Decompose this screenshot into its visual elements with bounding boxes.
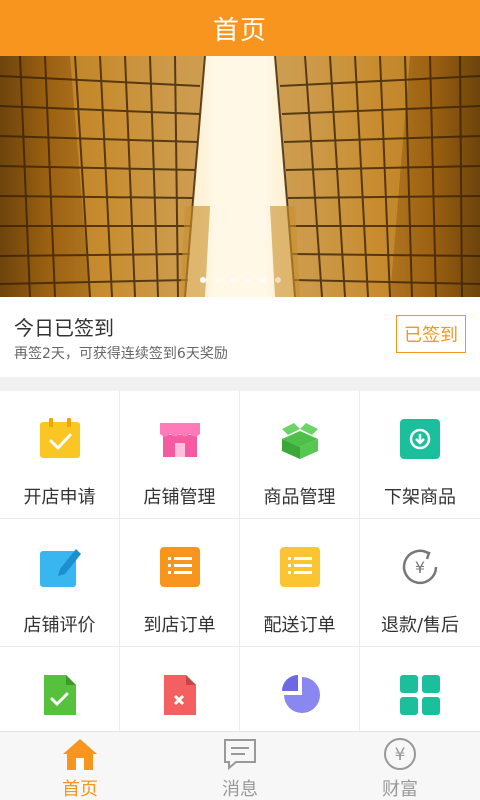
apps-grid-icon <box>398 673 442 717</box>
grid-item-document-approved[interactable] <box>0 647 120 731</box>
svg-text:¥: ¥ <box>415 558 425 577</box>
edit-pencil-icon <box>38 545 82 589</box>
signin-panel: 今日已签到 再签2天，可获得连续签到6天奖励 已签到 <box>0 297 480 377</box>
grid-item-label: 下架商品 <box>384 487 456 508</box>
pie-chart-icon <box>278 673 322 717</box>
tab-label: 财富 <box>382 779 418 800</box>
tab-label: 首页 <box>62 779 98 800</box>
grid-item-store-manage[interactable]: 店铺管理 <box>120 391 240 519</box>
grid-item-label: 店铺评价 <box>23 615 96 636</box>
grid-item-label: 商品管理 <box>263 487 336 508</box>
list-orange-icon <box>158 545 202 589</box>
grid-item-statistics[interactable] <box>240 647 360 731</box>
grid-item-apply-store[interactable]: 开店申请 <box>0 391 120 519</box>
carousel-dot[interactable] <box>274 277 281 283</box>
calendar-check-icon <box>38 417 82 461</box>
grid-item-label: 店铺管理 <box>143 487 216 508</box>
grid-item-label: 到店订单 <box>143 615 216 636</box>
app-screen: 首页 今日已签到 再签2天，可获得连续签到6天奖励 已签到 开店申请 店铺管理 … <box>0 0 480 800</box>
download-arrow-icon <box>398 417 442 461</box>
top-header: 首页 <box>0 0 480 56</box>
message-icon <box>222 737 258 771</box>
signin-subtitle: 再签2天，可获得连续签到6天奖励 <box>14 346 228 362</box>
carousel-dot[interactable] <box>259 277 266 283</box>
grid-item-label: 开店申请 <box>23 487 96 508</box>
grid-item-more-apps[interactable] <box>360 647 480 731</box>
grid-item-store-reviews[interactable]: 店铺评价 <box>0 519 120 647</box>
banner-carousel[interactable] <box>0 56 480 297</box>
grid-item-document-rejected[interactable] <box>120 647 240 731</box>
storefront-icon <box>158 417 202 461</box>
tab-wealth[interactable]: ¥ 财富 <box>320 732 480 800</box>
tab-home[interactable]: 首页 <box>0 732 160 800</box>
carousel-dot[interactable] <box>199 277 206 283</box>
bottom-tab-bar: 首页 消息 ¥ 财富 <box>0 731 480 800</box>
carousel-dot[interactable] <box>214 277 221 283</box>
home-icon <box>62 737 98 771</box>
document-check-icon <box>38 673 82 717</box>
tab-label: 消息 <box>222 779 258 800</box>
carousel-dot[interactable] <box>244 277 251 283</box>
grid-item-delisted-products[interactable]: 下架商品 <box>360 391 480 519</box>
grid-item-product-manage[interactable]: 商品管理 <box>240 391 360 519</box>
tab-messages[interactable]: 消息 <box>160 732 320 800</box>
feature-grid: 开店申请 店铺管理 商品管理 下架商品 店铺评价 到店订单 配送订单 ¥ 退款/… <box>0 391 480 731</box>
document-delete-icon <box>158 673 202 717</box>
signed-in-button[interactable]: 已签到 <box>396 315 466 353</box>
carousel-indicator <box>0 277 480 283</box>
grid-item-label: 退款/售后 <box>380 615 460 636</box>
svg-text:¥: ¥ <box>395 745 406 765</box>
wealth-yen-icon: ¥ <box>382 737 418 771</box>
grid-item-delivery-orders[interactable]: 配送订单 <box>240 519 360 647</box>
grid-item-instore-orders[interactable]: 到店订单 <box>120 519 240 647</box>
signin-title: 今日已签到 <box>14 316 114 340</box>
list-yellow-icon <box>278 545 322 589</box>
refund-yen-icon: ¥ <box>398 545 442 589</box>
page-title: 首页 <box>212 15 267 46</box>
package-box-icon <box>278 417 322 461</box>
grid-item-refund-aftersale[interactable]: ¥ 退款/售后 <box>360 519 480 647</box>
banner-image <box>0 56 480 297</box>
grid-item-label: 配送订单 <box>263 615 336 636</box>
carousel-dot[interactable] <box>229 277 236 283</box>
